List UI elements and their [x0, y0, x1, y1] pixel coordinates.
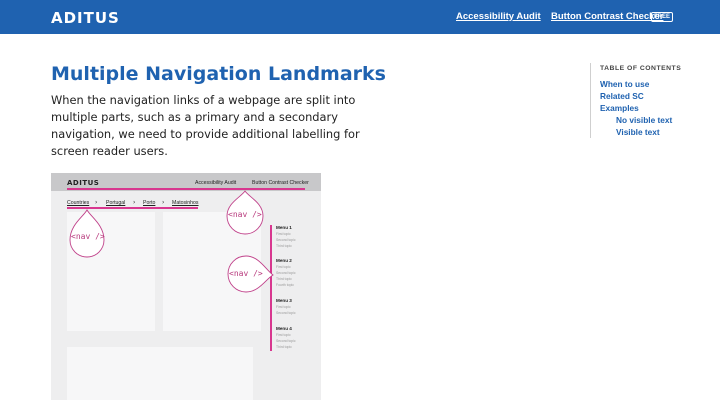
nav-callout-label: <nav />	[229, 269, 263, 278]
intro-paragraph: When the navigation links of a webpage a…	[51, 93, 360, 158]
toc-link-related-sc[interactable]: Related SC	[600, 90, 700, 102]
nav-callout-label: <nav />	[71, 232, 105, 241]
site-header: ADITUS Accessibility Audit Button Contra…	[0, 0, 720, 34]
nav-callout-label: <nav />	[228, 210, 262, 219]
menu-item: Third topic	[276, 277, 292, 281]
menu-item: Second topic	[276, 311, 296, 315]
illustration-crumb-countries: Countries	[67, 200, 90, 206]
illustration-nav-audit: Accessibility Audit	[195, 180, 237, 186]
free-badge: FREE	[651, 12, 674, 22]
menu-item: First topic	[276, 265, 291, 269]
illustration-crumb-matosinhos: Matosinhos	[172, 200, 199, 206]
content-card	[67, 347, 253, 400]
illustration-nav-contrast: Button Contrast Checker	[252, 180, 309, 186]
toc-link-visible-text[interactable]: Visible text	[600, 126, 700, 138]
chevron-right-icon: ›	[133, 199, 136, 206]
menu-title: Menu 4	[276, 326, 292, 331]
menu-title: Menu 2	[276, 258, 292, 263]
menu-item: First topic	[276, 305, 291, 309]
menu-item: Third topic	[276, 345, 292, 349]
site-logo[interactable]: ADITUS	[51, 9, 120, 27]
menu-item: First topic	[276, 232, 291, 236]
page-title: Multiple Navigation Landmarks	[51, 63, 386, 85]
illustration-crumb-portugal: Portugal	[106, 200, 126, 206]
table-of-contents: TABLE OF CONTENTS When to use Related SC…	[590, 63, 700, 138]
menu-item: Second topic	[276, 271, 296, 275]
menu-item: Second topic	[276, 339, 296, 343]
nav-link-button-contrast-checker[interactable]: Button Contrast Checker	[551, 11, 663, 22]
menu-item: Second topic	[276, 238, 296, 242]
illustration-logo: ADITUS	[67, 179, 100, 187]
menu-item: Fourth topic	[276, 283, 294, 287]
toc-link-no-visible-text[interactable]: No visible text	[600, 114, 700, 126]
nav-link-accessibility-audit[interactable]: Accessibility Audit	[456, 11, 541, 22]
illustration-crumb-porto: Porto	[143, 200, 156, 206]
menu-title: Menu 3	[276, 298, 292, 303]
chevron-right-icon: ›	[95, 199, 98, 206]
chevron-right-icon: ›	[162, 199, 165, 206]
toc-link-examples[interactable]: Examples	[600, 102, 700, 114]
toc-link-when-to-use[interactable]: When to use	[600, 78, 700, 90]
primary-nav-highlight	[67, 188, 305, 190]
navigation-landmarks-illustration: ADITUS Accessibility Audit Button Contra…	[51, 173, 321, 400]
menu-title: Menu 1	[276, 225, 292, 230]
menu-item: First topic	[276, 333, 291, 337]
toc-title: TABLE OF CONTENTS	[600, 65, 682, 72]
menu-item: Third topic	[276, 244, 292, 248]
